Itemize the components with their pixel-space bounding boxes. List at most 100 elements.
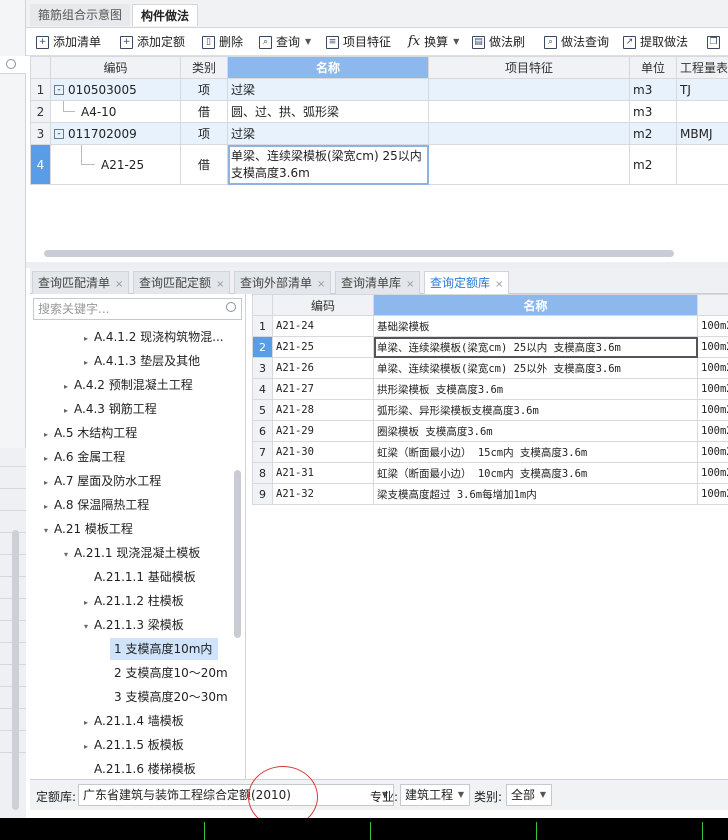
tree-item[interactable]: ▸ A.21.1.5 板模板 [84, 734, 184, 756]
tree-item[interactable]: ▸ A.4.1.2 现浇构筑物混... [84, 326, 224, 348]
collapse-icon[interactable]: - [54, 85, 64, 95]
tree-item[interactable]: ▸ A.21.1.2 柱模板 [84, 590, 184, 612]
selected-name-cell[interactable]: 单梁、连续梁模板(梁宽cm) 25以内 支模高度3.6m [227, 144, 429, 185]
col-name[interactable]: 名称 [373, 294, 698, 316]
tab-external-list[interactable]: 查询外部清单 × [234, 271, 332, 294]
category-label: 类别: [474, 790, 503, 804]
table-row[interactable]: 2 A4-10 借 圆、过、拱、弧形梁 m3 [30, 100, 728, 123]
add-list-button[interactable]: + 添加清单 [36, 31, 101, 53]
quota-tree-panel: 搜索关键字... ▸ A.4.1.2 现浇构筑物混... ▸ A.4.1.3 垫层及… [30, 294, 246, 779]
tree-item[interactable]: ▸ A.5 木结构工程 [44, 422, 137, 444]
tree-item[interactable]: ▸ A.7 屋面及防水工程 [44, 470, 161, 492]
col-name[interactable]: 名称 [227, 56, 429, 79]
table-row[interactable]: 3 -011702009 项 过梁 m2 MBMJ [30, 122, 728, 145]
extract-method-button[interactable]: ↗ 提取做法 [623, 31, 688, 53]
chevron-icon[interactable]: ▾ [44, 520, 54, 542]
tab-stirrup-diagram[interactable]: 箍筋组合示意图 [30, 4, 131, 26]
search-input[interactable]: 搜索关键字... [33, 298, 242, 320]
left-vertical-scrollbar[interactable] [12, 530, 19, 810]
delete-button[interactable]: ▯ 删除 [202, 31, 243, 53]
table-row[interactable]: 3A21-26单梁、连续梁模板(梁宽cm) 25以外 支模高度3.6m100m2 [252, 357, 728, 379]
tree-item[interactable]: ▸ A.4.1.3 垫层及其他 [84, 350, 200, 372]
tree-item[interactable]: ▸ A.6 金属工程 [44, 446, 125, 468]
col-code[interactable]: 编码 [50, 56, 181, 79]
tree-item[interactable]: ▾ A.21.1 现浇混凝土模板 [64, 542, 200, 564]
brush-icon: ▤ [472, 35, 485, 49]
tree-item[interactable]: ▸ A.8 保温隔热工程 [44, 494, 149, 516]
tree-item[interactable]: 2 支模高度10～20m [114, 662, 228, 684]
chevron-icon[interactable]: ▸ [84, 352, 94, 374]
add-quota-button[interactable]: + 添加定额 [120, 31, 185, 53]
chevron-icon[interactable]: ▾ [84, 616, 94, 638]
major-select[interactable]: 建筑工程 ▼ [400, 784, 470, 806]
close-icon[interactable]: × [216, 279, 224, 290]
chevron-icon[interactable]: ▸ [44, 472, 54, 494]
search-icon[interactable] [226, 302, 236, 312]
tree-item[interactable]: 3 支模高度20～30m [114, 686, 228, 708]
collapse-icon[interactable]: - [54, 129, 64, 139]
table-row[interactable]: 5A21-28弧形梁、异形梁模板支模高度3.6m100m2 [252, 399, 728, 421]
table-row[interactable]: 1A21-24基础梁模板100m2 [252, 315, 728, 337]
close-icon[interactable]: × [406, 279, 414, 290]
col-feature[interactable]: 项目特征 [428, 56, 630, 79]
feature-icon: ≡ [326, 35, 339, 49]
convert-button[interactable]: fx 换算 ▼ [408, 31, 459, 53]
chevron-icon[interactable]: ▸ [64, 400, 74, 422]
close-icon[interactable]: × [115, 279, 123, 290]
category-select[interactable]: 全部 ▼ [506, 784, 552, 806]
quota-lib-select[interactable]: 广东省建筑与装饰工程综合定额(2010) ▼ [78, 784, 394, 806]
table-row[interactable]: 7A21-30虹梁（断面最小边） 15cm内 支模高度3.6m100m2 [252, 441, 728, 463]
tab-list-library[interactable]: 查询清单库 × [335, 271, 421, 294]
chevron-icon[interactable]: ▸ [44, 448, 54, 470]
tree-vertical-scrollbar[interactable] [234, 470, 241, 638]
trash-icon: ▯ [202, 35, 215, 49]
copy-button[interactable]: ❐ [707, 31, 720, 53]
chevron-icon[interactable]: ▸ [84, 712, 94, 734]
horizontal-scrollbar[interactable] [44, 250, 674, 257]
chevron-icon[interactable]: ▸ [64, 376, 74, 398]
quota-grid: 编码 名称 1A21-24基础梁模板100m2 2A21-25单梁、连续梁模板(… [252, 294, 728, 779]
col-code[interactable]: 编码 [272, 294, 374, 316]
selected-quota-cell[interactable]: 单梁、连续梁模板(梁宽cm) 25以内 支模高度3.6m [373, 336, 698, 358]
method-brush-button[interactable]: ▤ 做法刷 [472, 31, 525, 53]
col-unit[interactable]: 单位 [629, 56, 677, 79]
tree-item[interactable]: ▾ A.21 模板工程 [44, 518, 133, 540]
tree-item-selected[interactable]: 1 支模高度10m内 [110, 638, 219, 660]
table-row[interactable]: 4 A21-25 借 单梁、连续梁模板(梁宽cm) 25以内 支模高度3.6m … [30, 144, 728, 185]
query-tab-bar: 查询匹配清单 × 查询匹配定额 × 查询外部清单 × 查询清单库 × 查询定额库 × [30, 268, 728, 294]
table-row[interactable]: 1 -010503005 项 过梁 m3 TJ [30, 78, 728, 101]
chevron-icon[interactable]: ▸ [84, 736, 94, 758]
table-row[interactable]: 8A21-31虹梁（断面最小边） 10cm内 支模高度3.6m100m2 [252, 462, 728, 484]
close-icon[interactable]: × [495, 279, 503, 290]
chevron-icon[interactable]: ▸ [84, 592, 94, 614]
table-row[interactable]: 6A21-29圈梁模板 支模高度3.6m100m2 [252, 420, 728, 442]
function-icon: fx [408, 34, 421, 49]
tab-match-list[interactable]: 查询匹配清单 × [32, 271, 130, 294]
tab-match-quota[interactable]: 查询匹配定额 × [133, 271, 231, 294]
tree-item[interactable]: ▸ A.21.1.4 墙模板 [84, 710, 184, 732]
col-type[interactable]: 类别 [180, 56, 228, 79]
col-expr[interactable]: 工程量表达 [676, 56, 728, 79]
tree-item[interactable]: A.21.1.1 基础模板 [84, 566, 196, 588]
item-feature-button[interactable]: ≡ 项目特征 [326, 31, 391, 53]
tree-item[interactable]: ▾ A.21.1.3 梁模板 [84, 614, 184, 636]
table-row[interactable]: 2A21-25单梁、连续梁模板(梁宽cm) 25以内 支模高度3.6m100m2 [252, 336, 728, 358]
left-search-icon[interactable] [6, 59, 16, 69]
close-icon[interactable]: × [317, 279, 325, 290]
tab-component-method[interactable]: 构件做法 [132, 4, 199, 26]
chevron-icon[interactable]: ▾ [64, 544, 74, 566]
add-quota-icon: + [120, 35, 133, 49]
query-button[interactable]: ⌕ 查询 ▼ [259, 31, 311, 53]
method-query-button[interactable]: ⌕ 做法查询 [544, 31, 609, 53]
chevron-icon[interactable]: ▸ [44, 424, 54, 446]
tree-item[interactable]: A.21.1.6 楼梯模板 [84, 758, 196, 780]
tree-item[interactable]: ▸ A.4.2 预制混凝土工程 [64, 374, 193, 396]
chevron-icon[interactable]: ▸ [84, 328, 94, 350]
tree-item[interactable]: ▸ A.4.3 钢筋工程 [64, 398, 157, 420]
chevron-icon[interactable]: ▸ [44, 496, 54, 518]
table-row[interactable]: 4A21-27拱形梁模板 支模高度3.6m100m2 [252, 378, 728, 400]
query-icon: ⌕ [259, 35, 272, 49]
tab-quota-library[interactable]: 查询定额库 × [424, 271, 510, 294]
table-row[interactable]: 9A21-32梁支模高度超过 3.6m每增加1m内100m2 [252, 483, 728, 505]
method-table: 编码 类别 名称 项目特征 单位 工程量表达 1 -010503005 项 过梁… [30, 56, 728, 185]
